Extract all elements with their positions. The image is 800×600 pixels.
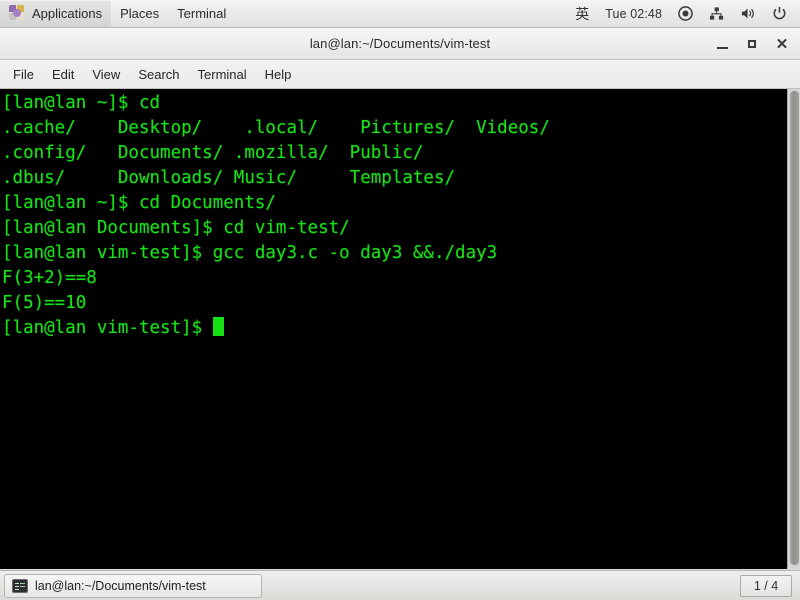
menu-view[interactable]: View	[83, 61, 129, 88]
window-controls: ✕	[708, 28, 796, 60]
panel-menu-applications-label: Applications	[32, 5, 103, 21]
menu-edit[interactable]: Edit	[43, 61, 83, 88]
workspace-switcher[interactable]: 1 / 4	[740, 574, 792, 597]
clock[interactable]: Tue 02:48	[598, 1, 669, 27]
record-circle-icon[interactable]	[671, 1, 700, 27]
close-icon: ✕	[775, 35, 789, 53]
terminal-output: [lan@lan ~]$ cd .cache/ Desktop/ .local/ …	[0, 89, 550, 341]
maximize-button[interactable]	[738, 31, 766, 57]
menu-search[interactable]: Search	[129, 61, 188, 88]
terminal-line: F(3+2)==8	[2, 268, 97, 288]
terminal-scrollbar[interactable]	[787, 89, 800, 569]
terminal-line: [lan@lan vim-test]$ gcc day3.c -o day3 &…	[2, 243, 498, 263]
terminal-line: [lan@lan ~]$ cd	[2, 93, 161, 113]
terminal-window: lan@lan:~/Documents/vim-test ✕ File Edit…	[0, 28, 800, 570]
terminal-prompt: [lan@lan vim-test]$	[2, 318, 213, 338]
window-title: lan@lan:~/Documents/vim-test	[309, 36, 491, 51]
power-icon[interactable]	[765, 1, 794, 27]
clock-label: Tue 02:48	[605, 6, 662, 21]
menu-help-label: Help	[264, 66, 292, 82]
minimize-button[interactable]	[708, 31, 736, 57]
menu-file-label: File	[13, 66, 34, 82]
panel-menu-places[interactable]: Places	[111, 1, 168, 27]
close-button[interactable]: ✕	[768, 31, 796, 57]
window-tasklist: lan@lan:~/Documents/vim-test	[4, 573, 740, 598]
terminal-line: F(5)==10	[2, 293, 87, 313]
record-circle-glyph	[678, 6, 693, 21]
menu-view-label: View	[92, 66, 121, 82]
terminal-line: [lan@lan ~]$ cd Documents/	[2, 193, 276, 213]
volume-icon[interactable]	[733, 1, 763, 27]
terminal-icon	[12, 578, 28, 593]
bottom-panel: lan@lan:~/Documents/vim-test 1 / 4	[0, 570, 800, 600]
menu-edit-label: Edit	[51, 66, 75, 82]
top-panel: Applications Places Terminal 英 Tue 02:48	[0, 0, 800, 28]
panel-menu-terminal-label: Terminal	[177, 5, 227, 21]
minimize-icon	[716, 46, 728, 49]
volume-glyph	[741, 8, 754, 19]
maximize-icon	[748, 40, 756, 48]
workspace-label: 1 / 4	[753, 578, 779, 593]
scrollbar-thumb[interactable]	[790, 91, 799, 565]
task-button-label: lan@lan:~/Documents/vim-test	[35, 578, 206, 593]
menu-terminal[interactable]: Terminal	[189, 61, 256, 88]
menu-file[interactable]: File	[4, 61, 43, 88]
panel-menu-terminal[interactable]: Terminal	[168, 1, 235, 27]
menu-help[interactable]: Help	[256, 61, 301, 88]
power-glyph	[773, 6, 786, 20]
terminal-screen[interactable]: [lan@lan ~]$ cd .cache/ Desktop/ .local/ …	[0, 89, 800, 569]
terminal-prompt-line: [lan@lan vim-test]$	[2, 316, 550, 341]
terminal-cursor	[212, 317, 224, 336]
input-method-indicator[interactable]: 英	[568, 1, 596, 27]
panel-menu-applications[interactable]: Applications	[0, 0, 112, 27]
network-icon[interactable]	[702, 1, 731, 27]
input-method-label: 英	[575, 6, 590, 23]
terminal-line: [lan@lan Documents]$ cd vim-test/	[2, 218, 350, 238]
terminal-line: .config/ Documents/ .mozilla/ Public/	[2, 143, 424, 163]
window-titlebar[interactable]: lan@lan:~/Documents/vim-test ✕	[0, 28, 800, 60]
network-glyph	[709, 7, 724, 20]
menu-search-label: Search	[138, 66, 180, 82]
menu-terminal-label: Terminal	[197, 66, 247, 82]
panel-menu-places-label: Places	[120, 5, 160, 21]
system-tray: 英 Tue 02:48	[568, 1, 800, 27]
menubar: File Edit View Search Terminal Help	[0, 60, 800, 89]
terminal-line: .cache/ Desktop/ .local/ Pictures/ Video…	[2, 118, 550, 138]
terminal-line: .dbus/ Downloads/ Music/ Templates/	[2, 168, 456, 188]
task-button-terminal[interactable]: lan@lan:~/Documents/vim-test	[4, 573, 262, 598]
applications-icon	[9, 5, 26, 22]
